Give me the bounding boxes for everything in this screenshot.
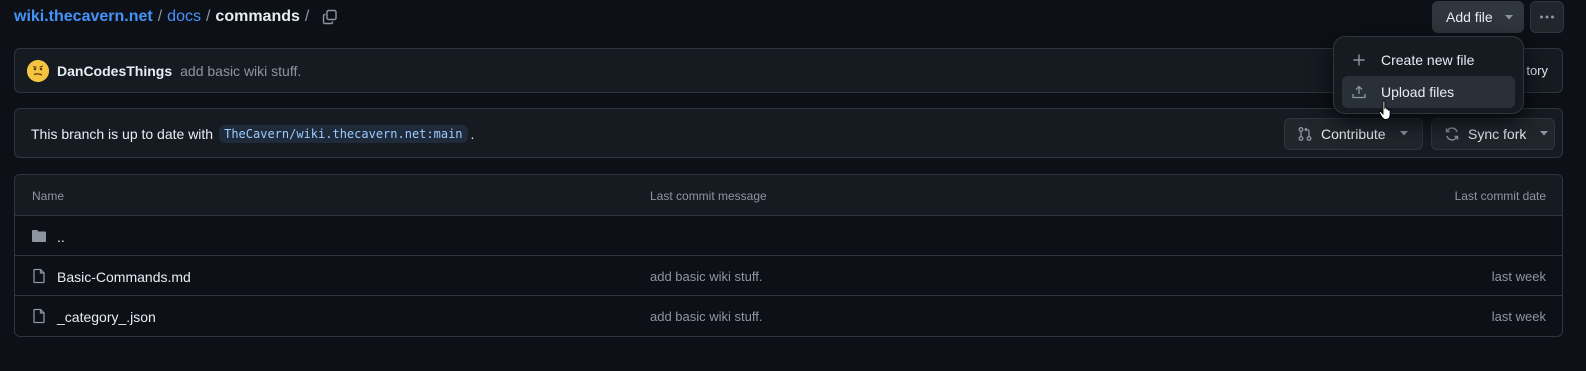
branch-status-suffix: . <box>470 126 475 142</box>
row-commit-message-link[interactable]: add basic wiki stuff. <box>650 309 762 324</box>
table-row-parent[interactable]: .. <box>15 216 1562 256</box>
branch-ref-badge[interactable]: TheCavern/wiki.thecavern.net:main <box>219 125 468 143</box>
file-table: Name Last commit message Last commit dat… <box>14 174 1563 337</box>
chevron-down-icon <box>1505 15 1513 20</box>
avatar-face-icon <box>27 59 49 82</box>
history-link[interactable]: tory <box>1526 63 1548 78</box>
add-file-dropdown-menu: Create new file Upload files <box>1333 36 1524 114</box>
add-file-button[interactable]: Add file <box>1432 1 1524 33</box>
commit-author-link[interactable]: DanCodesThings <box>57 63 172 79</box>
row-commit-message-link[interactable]: add basic wiki stuff. <box>650 269 762 284</box>
menu-item-upload-files[interactable]: Upload files <box>1342 76 1515 108</box>
breadcrumb: wiki.thecavern.net / docs / commands / <box>14 6 340 28</box>
breadcrumb-folder-link[interactable]: docs <box>167 8 201 26</box>
git-pull-request-icon <box>1298 127 1312 141</box>
table-header: Name Last commit message Last commit dat… <box>15 175 1562 216</box>
file-name-link[interactable]: _category_.json <box>57 309 156 325</box>
avatar[interactable] <box>27 59 49 82</box>
column-header-name: Name <box>32 189 65 203</box>
branch-status-text: This branch is up to date with TheCavern… <box>31 125 474 143</box>
breadcrumb-repo-link[interactable]: wiki.thecavern.net <box>14 8 153 26</box>
sync-icon <box>1445 127 1459 141</box>
latest-commit-bar: DanCodesThings add basic wiki stuff. tor… <box>14 48 1563 93</box>
kebab-horizontal-icon <box>1540 15 1554 19</box>
breadcrumb-separator: / <box>157 8 163 25</box>
breadcrumb-separator: / <box>304 8 310 25</box>
chevron-down-icon <box>1399 131 1408 136</box>
contribute-label: Contribute <box>1321 126 1386 142</box>
breadcrumb-current: commands <box>215 8 300 25</box>
chevron-down-icon <box>1540 131 1549 136</box>
breadcrumb-separator: / <box>205 8 211 25</box>
menu-item-create-new-file[interactable]: Create new file <box>1342 44 1515 76</box>
column-header-message: Last commit message <box>650 189 767 203</box>
contribute-button[interactable]: Contribute <box>1284 118 1423 150</box>
commit-message-link[interactable]: add basic wiki stuff. <box>180 63 301 79</box>
file-name-link[interactable]: Basic-Commands.md <box>57 269 191 285</box>
upload-icon <box>1351 84 1367 100</box>
sync-fork-button[interactable]: Sync fork <box>1431 118 1555 150</box>
row-commit-date: last week <box>1491 309 1546 324</box>
table-row[interactable]: _category_.json add basic wiki stuff. la… <box>15 296 1562 336</box>
copy-icon <box>323 9 338 25</box>
hand-pointer-cursor-icon <box>1378 100 1391 120</box>
column-header-date: Last commit date <box>1454 189 1546 203</box>
branch-status-bar: This branch is up to date with TheCavern… <box>14 108 1563 158</box>
table-row[interactable]: Basic-Commands.md add basic wiki stuff. … <box>15 256 1562 296</box>
row-commit-date: last week <box>1491 269 1546 284</box>
parent-directory-link[interactable]: .. <box>57 229 65 245</box>
sync-fork-label: Sync fork <box>1468 126 1527 142</box>
copy-path-button[interactable] <box>320 7 340 27</box>
file-icon <box>33 308 45 324</box>
folder-icon <box>32 230 46 242</box>
add-file-label: Add file <box>1446 9 1493 25</box>
menu-item-label: Create new file <box>1381 52 1475 68</box>
plus-icon <box>1351 52 1367 68</box>
branch-status-prefix: This branch is up to date with <box>31 126 214 142</box>
more-options-button[interactable] <box>1530 1 1564 33</box>
file-icon <box>33 268 45 284</box>
menu-item-label: Upload files <box>1381 84 1455 100</box>
